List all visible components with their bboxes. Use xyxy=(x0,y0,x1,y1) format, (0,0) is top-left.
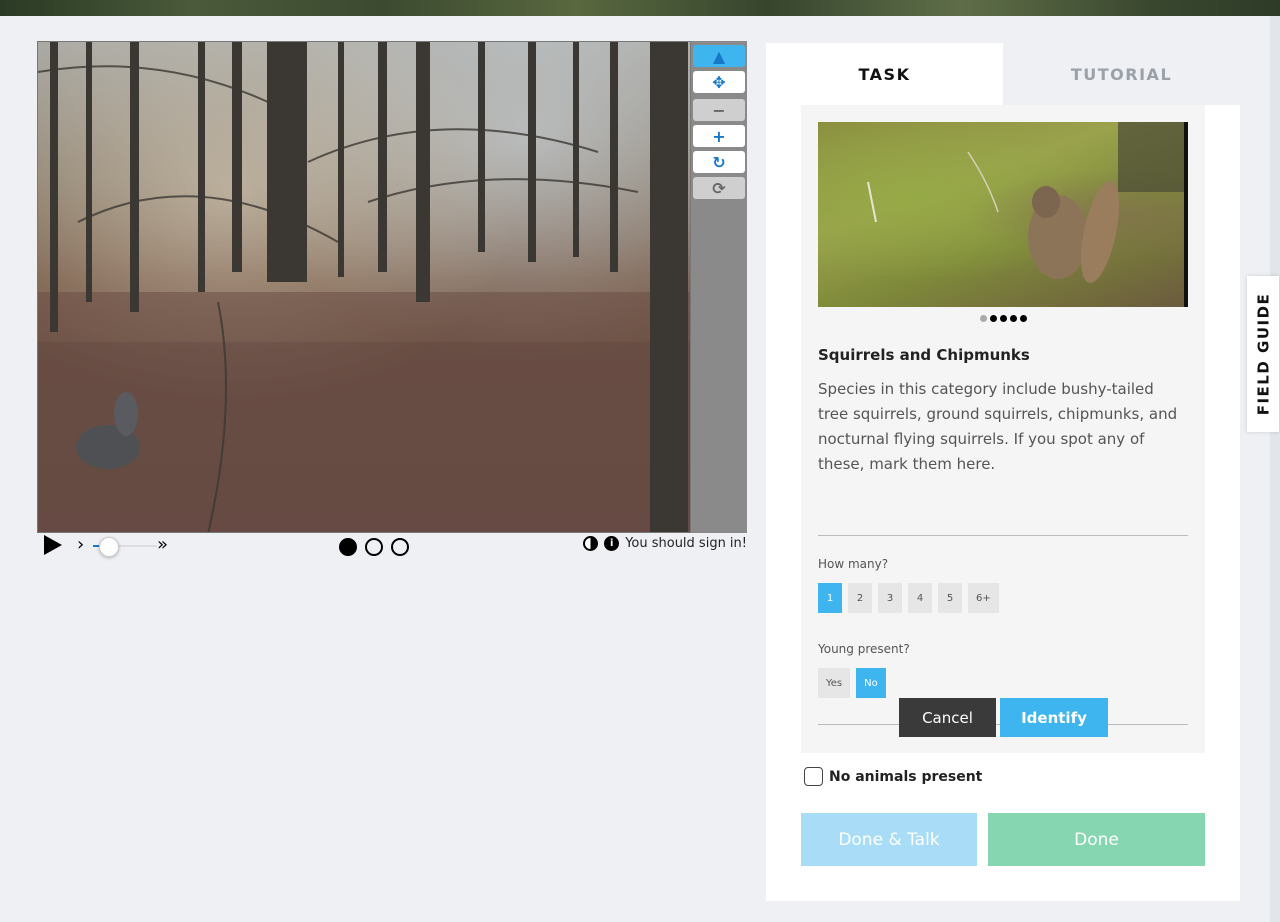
species-example-image xyxy=(818,122,1188,307)
camera-trap-image[interactable] xyxy=(37,41,691,533)
pointer-tool-button[interactable]: ▲ xyxy=(693,45,745,67)
frame-dot-1[interactable] xyxy=(339,538,357,556)
rotate-tool-button[interactable]: ↻ xyxy=(693,151,745,173)
carousel-dot-3[interactable] xyxy=(999,315,1007,322)
how_many-option-1[interactable]: 1 xyxy=(818,583,842,613)
cancel-button[interactable]: Cancel xyxy=(899,698,996,737)
divider xyxy=(818,535,1188,536)
carousel-dot-2[interactable] xyxy=(989,315,997,322)
carousel-dot-1[interactable] xyxy=(979,315,987,322)
question-how-many: How many? xyxy=(818,557,889,571)
zoom-out-tool-button[interactable]: − xyxy=(693,99,745,121)
species-detail: Squirrels and Chipmunks Species in this … xyxy=(801,105,1205,753)
top-image-strip xyxy=(0,0,1280,16)
play-icon[interactable] xyxy=(44,535,62,555)
identify-button[interactable]: Identify xyxy=(1000,698,1108,737)
young_present-option-1[interactable]: Yes xyxy=(818,668,851,698)
sign-in-message: You should sign in! xyxy=(625,536,747,551)
frame-selector xyxy=(339,538,409,556)
species-title: Squirrels and Chipmunks xyxy=(818,346,1030,364)
how-many-options: 1 2 3 4 5 6+ xyxy=(818,583,999,613)
how_many-option-6[interactable]: 6+ xyxy=(968,583,999,613)
field-guide-tab[interactable]: FIELD GUIDE xyxy=(1247,276,1279,432)
done-button[interactable]: Done xyxy=(988,813,1205,866)
how_many-option-2[interactable]: 2 xyxy=(848,583,872,613)
contrast-icon[interactable] xyxy=(583,536,599,551)
task-panel: TASK TUTORIAL Squirrels and Chipmunks Sp… xyxy=(766,43,1240,901)
tab-task[interactable]: TASK xyxy=(766,43,1003,105)
page-scrollbar[interactable] xyxy=(1270,16,1280,922)
no-animals-option[interactable]: No animals present xyxy=(804,767,982,786)
tab-tutorial[interactable]: TUTORIAL xyxy=(1003,43,1240,105)
species-description: Species in this category include bushy-t… xyxy=(818,380,1178,473)
zoom-in-tool-button[interactable]: + xyxy=(693,125,745,147)
how_many-option-5[interactable]: 5 xyxy=(938,583,962,613)
young_present-option-2[interactable]: No xyxy=(856,668,886,698)
viewer-meta: i You should sign in! xyxy=(583,536,747,551)
pan-tool-button[interactable]: ✥ xyxy=(693,71,745,93)
pan-icon: ✥ xyxy=(712,72,726,92)
fast-forward-icon[interactable]: » xyxy=(157,534,168,555)
done-and-talk-button[interactable]: Done & Talk xyxy=(801,813,977,866)
zoom-out-icon: − xyxy=(712,100,726,120)
speed-slider-thumb[interactable] xyxy=(99,537,119,557)
panel-tabs: TASK TUTORIAL xyxy=(766,43,1240,105)
zoom-in-icon: + xyxy=(712,126,726,146)
frame-dot-2[interactable] xyxy=(365,538,383,556)
step-forward-icon[interactable]: › xyxy=(77,534,84,555)
rotate-icon: ↻ xyxy=(712,152,726,172)
info-icon[interactable]: i xyxy=(604,536,620,551)
viewer-toolbar: ▲ ✥ − + ↻ ⟳ xyxy=(691,41,747,533)
how_many-option-3[interactable]: 3 xyxy=(878,583,902,613)
squirrel-photo xyxy=(867,122,1188,283)
field-guide-label: FIELD GUIDE xyxy=(1254,292,1273,416)
forest-scene xyxy=(38,42,690,532)
reset-icon: ⟳ xyxy=(712,178,726,198)
pointer-icon: ▲ xyxy=(712,46,726,66)
frame-dot-3[interactable] xyxy=(391,538,409,556)
reset-tool-button[interactable]: ⟳ xyxy=(693,177,745,199)
carousel-dot-5[interactable] xyxy=(1019,315,1027,322)
subject-viewer: ▲ ✥ − + ↻ ⟳ xyxy=(37,41,747,533)
no-animals-checkbox[interactable] xyxy=(804,767,823,786)
image-border xyxy=(1184,122,1188,307)
carousel-dot-4[interactable] xyxy=(1009,315,1017,322)
young-present-options: Yes No xyxy=(818,668,886,698)
how_many-option-4[interactable]: 4 xyxy=(908,583,932,613)
viewer-controls: › » i You should sign in! xyxy=(37,534,747,558)
question-young-present: Young present? xyxy=(818,642,910,656)
example-image-carousel xyxy=(801,315,1205,322)
no-animals-label: No animals present xyxy=(829,768,983,785)
